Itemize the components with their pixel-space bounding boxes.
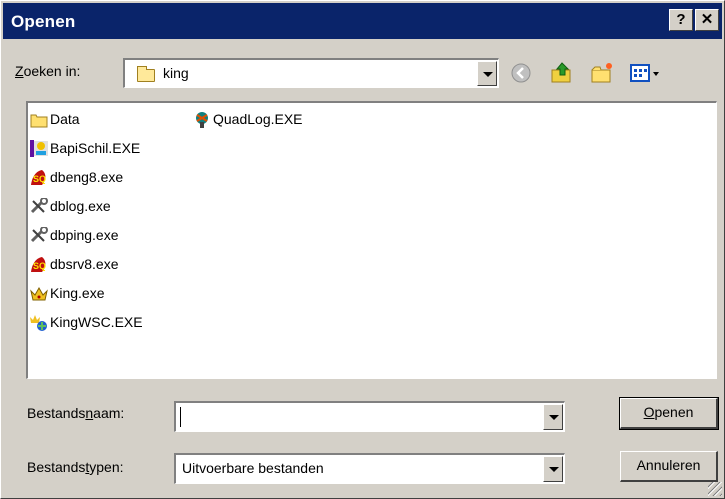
open-dialog: Openen ? ✕ Zoeken in: king Data BapiSchi…	[0, 0, 725, 499]
file-name: dblog.exe	[50, 198, 111, 214]
filetype-combo[interactable]: Uitvoerbare bestanden	[174, 453, 565, 484]
filetype-label: Bestandstypen:	[27, 459, 124, 475]
tools-icon	[30, 197, 48, 215]
crown-icon	[30, 285, 48, 302]
close-button[interactable]: ✕	[695, 9, 719, 31]
help-button[interactable]: ?	[669, 9, 693, 31]
filename-label: Bestandsnaam:	[27, 405, 124, 421]
bapischil-icon	[30, 140, 48, 157]
up-folder-icon[interactable]	[550, 61, 574, 85]
filename-label-post: aam:	[93, 405, 125, 421]
filetype-value: Uitvoerbare bestanden	[182, 460, 324, 476]
file-name: dbeng8.exe	[50, 169, 124, 185]
file-list[interactable]: Data BapiSchil.EXE SQ dbeng8.exe dblog.e…	[26, 101, 717, 379]
file-name: King.exe	[50, 285, 105, 301]
tools-icon	[30, 226, 48, 244]
lookin-label-rest: oeken in:	[23, 63, 81, 79]
window-title: Openen	[11, 12, 76, 31]
lookin-dropdown-button[interactable]	[477, 61, 497, 86]
file-name: KingWSC.EXE	[50, 314, 143, 330]
filename-combo[interactable]	[174, 401, 565, 432]
open-button[interactable]: Openen	[619, 397, 719, 430]
text-caret	[180, 407, 181, 427]
kingwsc-icon	[30, 314, 48, 331]
file-name: BapiSchil.EXE	[50, 140, 141, 156]
view-menu-icon[interactable]	[630, 61, 664, 85]
filename-accel: n	[85, 405, 94, 421]
file-name: dbping.exe	[50, 227, 119, 243]
file-name: Data	[50, 111, 80, 127]
dbeng-icon: SQ	[30, 169, 48, 186]
svg-text:SQ: SQ	[33, 261, 46, 271]
cancel-button[interactable]: Annuleren	[620, 451, 718, 482]
back-icon[interactable]	[509, 61, 533, 85]
filetype-label-pre: Bestands	[27, 459, 86, 475]
open-label: penen	[654, 404, 694, 420]
open-accel: O	[643, 404, 655, 420]
folder-icon	[30, 111, 48, 128]
filename-dropdown-button[interactable]	[543, 404, 563, 430]
filename-label-pre: Bestands	[27, 405, 86, 421]
lookin-accel: Z	[15, 63, 24, 79]
new-folder-icon[interactable]	[590, 61, 614, 85]
resize-grip-icon[interactable]	[708, 482, 722, 496]
quadlog-icon	[193, 111, 211, 128]
svg-text:SQ: SQ	[33, 174, 46, 184]
lookin-combo[interactable]: king	[123, 58, 499, 88]
lookin-label: Zoeken in:	[15, 63, 80, 79]
folder-icon	[137, 66, 155, 82]
dbsrv-icon: SQ	[30, 256, 48, 273]
filetype-dropdown-button[interactable]	[543, 456, 563, 482]
lookin-value: king	[163, 65, 189, 81]
file-name: dbsrv8.exe	[50, 256, 119, 272]
file-name: QuadLog.EXE	[213, 111, 303, 127]
filetype-label-post: ypen:	[89, 459, 124, 475]
title-bar[interactable]: Openen ? ✕	[3, 3, 722, 39]
